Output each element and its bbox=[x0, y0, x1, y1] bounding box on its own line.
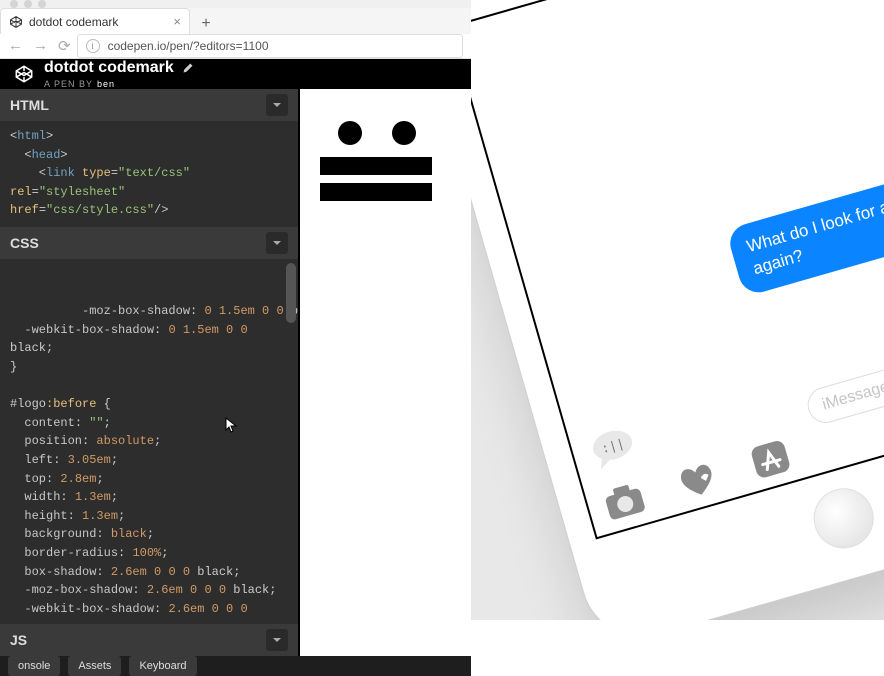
phone-body: What do I look for at Target again? iMes… bbox=[471, 0, 884, 620]
pen-title: dotdot codemark bbox=[44, 59, 174, 77]
scrollbar[interactable] bbox=[286, 263, 296, 323]
speech-bubble-icon[interactable]: :|| bbox=[587, 424, 640, 475]
editor-area: HTML <html> <head> <link type="text/css"… bbox=[0, 89, 471, 656]
message-input[interactable]: iMessage bbox=[803, 329, 884, 427]
message-placeholder: iMessage bbox=[820, 378, 884, 414]
phone-screen: What do I look for at Target again? iMes… bbox=[471, 0, 884, 539]
css-panel-label: CSS bbox=[10, 235, 39, 251]
html-panel-header[interactable]: HTML bbox=[0, 89, 298, 121]
tab-strip: dotdot codemark × + bbox=[0, 8, 471, 34]
address-bar: ← → ⟳ i codepen.io/pen/?editors=1100 bbox=[0, 34, 471, 59]
editor-panels: HTML <html> <head> <link type="text/css"… bbox=[0, 89, 300, 656]
home-button[interactable] bbox=[807, 481, 881, 555]
iphone-mockup: What do I look for at Target again? iMes… bbox=[471, 0, 884, 620]
camera-icon[interactable] bbox=[601, 479, 649, 523]
tab-close-icon[interactable]: × bbox=[173, 14, 181, 29]
url-text: codepen.io/pen/?editors=1100 bbox=[108, 39, 269, 53]
codepen-favicon-icon bbox=[9, 15, 23, 29]
tab-title: dotdot codemark bbox=[29, 15, 118, 29]
css-editor[interactable]: -moz-box-shadow: 0 1.5em 0 0 black; -web… bbox=[0, 259, 298, 624]
codepen-logo-icon bbox=[14, 64, 34, 84]
message-bubble: What do I look for at Target again? bbox=[726, 158, 884, 297]
panel-options-icon[interactable] bbox=[266, 629, 288, 651]
heart-icon[interactable] bbox=[674, 458, 722, 502]
site-info-icon[interactable]: i bbox=[86, 39, 100, 53]
new-tab-button[interactable]: + bbox=[194, 14, 218, 34]
edit-pencil-icon[interactable] bbox=[182, 62, 194, 74]
window-min-dot[interactable] bbox=[24, 0, 32, 8]
js-panel-header[interactable]: JS bbox=[0, 624, 298, 656]
url-field[interactable]: i codepen.io/pen/?editors=1100 bbox=[77, 34, 463, 58]
window-traffic-lights bbox=[0, 0, 471, 8]
nav-back-icon[interactable]: ← bbox=[8, 37, 23, 55]
codepen-footer: onsole Assets Keyboard bbox=[0, 656, 471, 676]
nav-forward-icon[interactable]: → bbox=[33, 37, 48, 55]
html-editor[interactable]: <html> <head> <link type="text/css" rel=… bbox=[0, 121, 298, 227]
browser-window: dotdot codemark × + ← → ⟳ i codepen.io/p… bbox=[0, 0, 471, 620]
preview-panel bbox=[300, 89, 471, 656]
browser-tab[interactable]: dotdot codemark × bbox=[0, 8, 190, 34]
appstore-icon[interactable] bbox=[747, 437, 795, 481]
panel-options-icon[interactable] bbox=[266, 232, 288, 254]
pen-byline: A PEN BYben bbox=[44, 79, 194, 89]
reload-icon[interactable]: ⟳ bbox=[58, 37, 71, 55]
css-panel-header[interactable]: CSS bbox=[0, 227, 298, 259]
console-button[interactable]: onsole bbox=[8, 656, 60, 676]
js-panel-label: JS bbox=[10, 632, 27, 648]
mouse-cursor-icon bbox=[225, 417, 237, 433]
window-max-dot[interactable] bbox=[38, 0, 46, 8]
panel-options-icon[interactable] bbox=[266, 94, 288, 116]
assets-button[interactable]: Assets bbox=[68, 656, 121, 676]
html-panel-label: HTML bbox=[10, 97, 49, 113]
codepen-header: dotdot codemark A PEN BYben bbox=[0, 59, 471, 89]
window-close-dot[interactable] bbox=[10, 0, 18, 8]
keyboard-button[interactable]: Keyboard bbox=[129, 656, 196, 676]
